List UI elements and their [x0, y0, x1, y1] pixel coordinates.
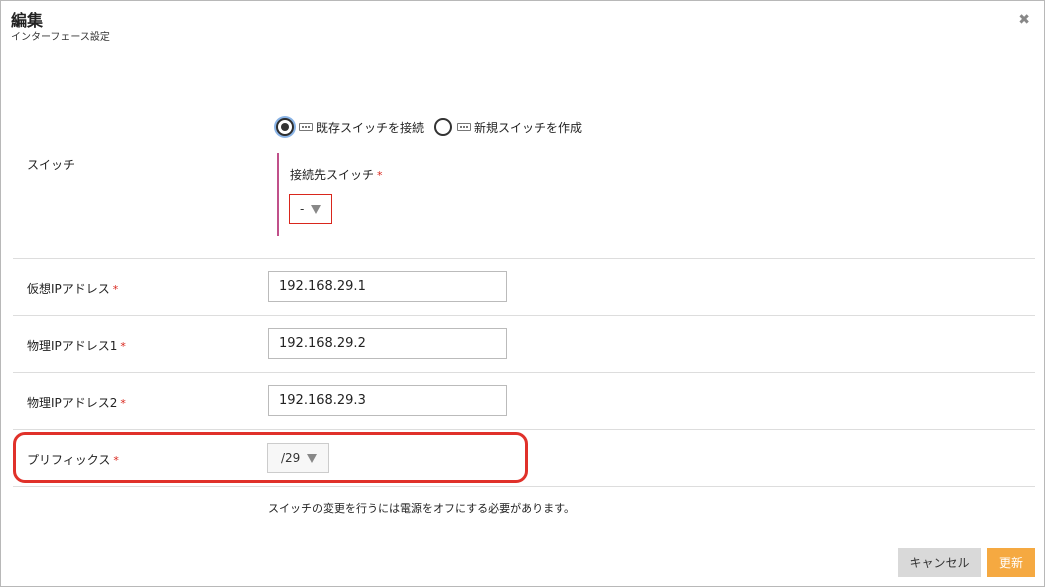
switch-label: スイッチ: [27, 158, 76, 172]
required-mark: *: [120, 397, 126, 410]
required-mark: *: [112, 283, 119, 296]
target-switch-label-text: 接続先スイッチ: [290, 168, 375, 182]
cancel-button[interactable]: キャンセル: [898, 548, 981, 577]
target-switch-selected: -: [300, 202, 305, 216]
caret-down-icon: [311, 204, 322, 214]
physical-ip2-input[interactable]: [268, 385, 507, 416]
divider: [13, 429, 1035, 430]
radio-label-new-switch: 新規スイッチを作成: [474, 120, 583, 135]
update-button[interactable]: 更新: [987, 548, 1035, 577]
divider: [13, 258, 1035, 259]
switch-icon: [457, 123, 472, 131]
radio-new-switch[interactable]: [434, 118, 453, 136]
physical-ip2-label-text: 物理IPアドレス2: [27, 396, 118, 410]
dialog-title: 編集: [11, 11, 44, 30]
physical-ip2-label: 物理IPアドレス2 *: [27, 394, 126, 411]
radio-option-existing-switch[interactable]: 既存スイッチを接続: [276, 118, 424, 136]
virtual-ip-input[interactable]: [268, 271, 507, 302]
required-mark: *: [120, 340, 126, 353]
radio-existing-switch[interactable]: [276, 118, 294, 136]
prefix-highlight-annotation: [13, 432, 528, 483]
power-off-notice: スイッチの変更を行うには電源をオフにする必要があります。: [268, 502, 576, 515]
subsection-bar: [277, 153, 279, 236]
required-mark: *: [377, 169, 383, 182]
target-switch-select[interactable]: -: [289, 194, 332, 224]
physical-ip1-input[interactable]: [268, 328, 507, 359]
switch-icon: [299, 123, 313, 131]
physical-ip1-label: 物理IPアドレス1 *: [27, 337, 126, 354]
edit-dialog: 編集 インターフェース設定 ✖ スイッチ 既存スイッチを接続 新規スイッチを作成…: [0, 0, 1045, 587]
divider: [13, 486, 1035, 487]
dialog-header: 編集 インターフェース設定: [11, 11, 110, 45]
divider: [13, 372, 1035, 373]
target-switch-label: 接続先スイッチ *: [290, 166, 383, 183]
radio-option-new-switch[interactable]: 新規スイッチを作成: [434, 118, 582, 136]
physical-ip1-label-text: 物理IPアドレス1: [27, 339, 118, 353]
switch-radio-group: 既存スイッチを接続 新規スイッチを作成: [276, 118, 592, 136]
close-icon[interactable]: ✖: [1018, 11, 1030, 29]
divider: [13, 315, 1035, 316]
virtual-ip-label-text: 仮想IPアドレス: [27, 282, 110, 296]
dialog-subtitle: インターフェース設定: [11, 32, 110, 43]
radio-label-existing-switch: 既存スイッチを接続: [316, 120, 425, 135]
virtual-ip-label: 仮想IPアドレス *: [27, 280, 118, 297]
